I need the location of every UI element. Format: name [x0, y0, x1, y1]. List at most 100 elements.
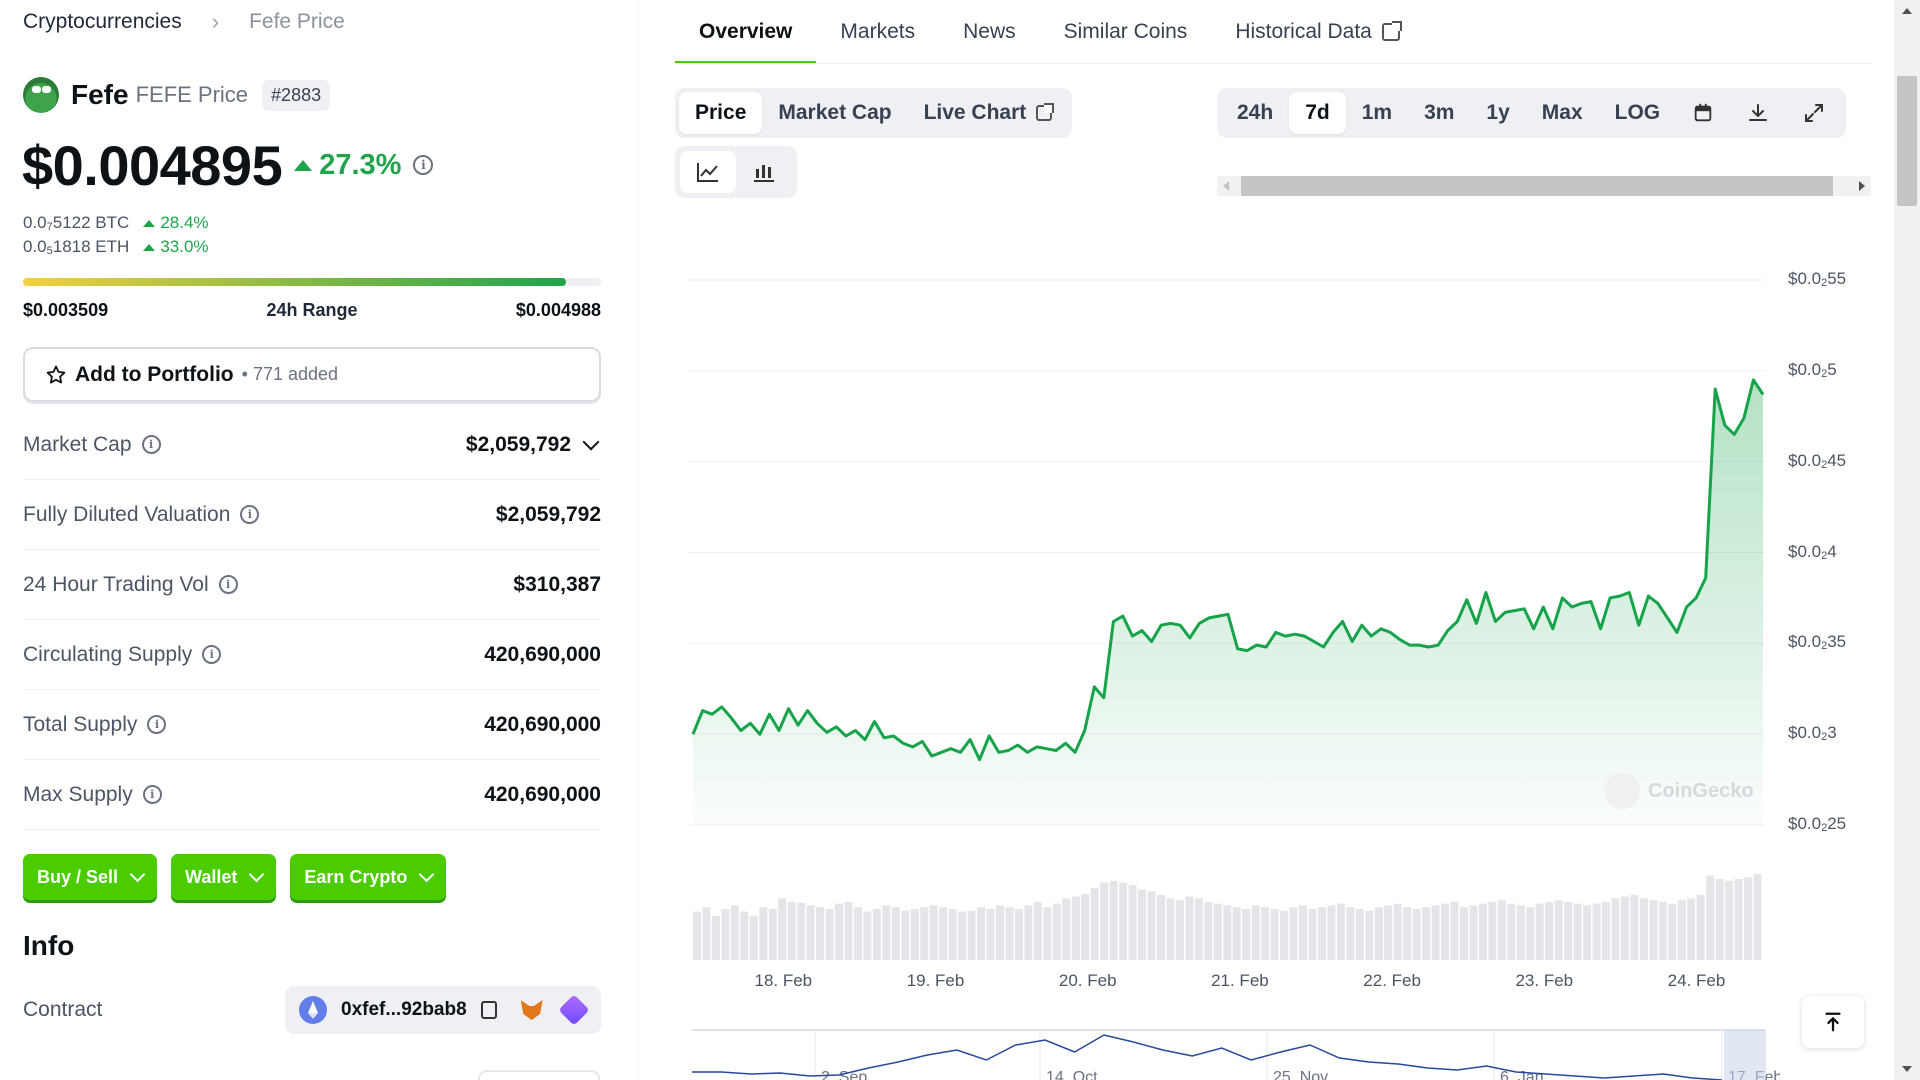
volume-bar — [1592, 903, 1601, 960]
triangle-up-icon — [143, 219, 156, 227]
timeframe-1y[interactable]: 1y — [1470, 92, 1525, 134]
y-tick-tail: 5 — [1827, 359, 1837, 379]
stat-row-market-cap[interactable]: Market Cap i $2,059,792 — [23, 410, 601, 480]
timeframe-log[interactable]: LOG — [1599, 92, 1677, 134]
eth-price-prefix: 0.0 — [23, 237, 47, 256]
x-tick-label: 20. Feb — [1058, 971, 1117, 990]
scroll-right-icon[interactable] — [1859, 181, 1865, 191]
eth-price-digits: 1818 ETH — [52, 237, 130, 256]
wallet-button[interactable]: Wallet — [171, 854, 277, 900]
y-tick-tail: 3 — [1827, 723, 1837, 743]
info-icon[interactable]: i — [202, 645, 222, 664]
wallet-label: Wallet — [185, 866, 238, 887]
coin-logo-icon — [23, 77, 59, 113]
contract-address[interactable]: 0xfef...92bab8 — [341, 999, 467, 1021]
info-icon[interactable]: i — [240, 505, 260, 524]
wallet-connect-icon[interactable] — [558, 994, 590, 1026]
scroll-left-icon[interactable] — [1223, 181, 1229, 191]
page-root: Cryptocurrencies › Fefe Price Fefe FEFE … — [0, 0, 1920, 1080]
candlestick-chart-button[interactable] — [736, 151, 792, 193]
star-icon — [46, 365, 66, 383]
tab-similar-coins[interactable]: Similar Coins — [1040, 0, 1212, 64]
scroll-down-icon[interactable] — [1902, 1066, 1912, 1072]
info-icon[interactable]: i — [142, 785, 162, 804]
scroll-up-icon[interactable] — [1902, 8, 1912, 14]
timeframe-1m[interactable]: 1m — [1346, 92, 1408, 134]
buy-sell-button[interactable]: Buy / Sell — [23, 854, 158, 900]
tab-historical-data[interactable]: Historical Data — [1211, 0, 1424, 64]
copy-icon[interactable] — [480, 1001, 497, 1019]
info-icon[interactable]: i — [413, 155, 434, 175]
volume-bar — [882, 905, 891, 960]
volume-bar — [1403, 907, 1412, 960]
volume-bar — [1138, 889, 1146, 960]
volume-bar — [967, 910, 976, 960]
volume-bar — [778, 898, 787, 960]
breadcrumb-root-link[interactable]: Cryptocurrencies — [23, 10, 182, 34]
breadcrumb: Cryptocurrencies › Fefe Price — [23, 9, 345, 35]
timeframe-3m[interactable]: 3m — [1408, 92, 1470, 134]
navigator-series — [692, 1034, 1723, 1080]
external-link-icon — [1036, 103, 1055, 121]
scrollbar-thumb[interactable] — [1241, 176, 1833, 196]
timeframe-7d[interactable]: 7d — [1289, 92, 1346, 134]
chevron-down-icon[interactable] — [582, 433, 600, 450]
volume-bar — [1658, 901, 1667, 960]
chart-mode-live-chart[interactable]: Live Chart — [908, 92, 1069, 134]
back-to-top-button[interactable] — [1802, 996, 1864, 1048]
metamask-icon[interactable] — [520, 1000, 543, 1020]
btc-price: 0.075122 BTC — [23, 213, 129, 233]
page-scrollbar[interactable] — [1894, 0, 1920, 1080]
navigator-label: 14. Oct — [1046, 1069, 1098, 1080]
tab-overview[interactable]: Overview — [675, 0, 817, 64]
volume-bar — [787, 901, 796, 960]
calendar-button[interactable] — [1676, 92, 1730, 134]
eth-change: 33.0% — [143, 237, 209, 257]
price-chart[interactable]: CoinGecko2. Sep14. Oct25. Nov6. Jan17. F… — [680, 230, 1780, 1080]
line-chart-button[interactable] — [680, 151, 736, 193]
volume-bar — [901, 910, 910, 960]
page-scrollbar-thumb[interactable] — [1897, 76, 1917, 206]
stat-row-circulating-supply: Circulating Supply i 420,690,000 — [23, 620, 601, 690]
external-link-icon — [1381, 21, 1402, 41]
volume-bar — [1753, 873, 1762, 960]
add-to-portfolio-button[interactable]: Add to Portfolio • 771 added — [23, 347, 601, 402]
timeframe-max[interactable]: Max — [1526, 92, 1599, 134]
volume-bar — [1242, 909, 1251, 960]
y-tick-label: $0.0225 — [1788, 814, 1846, 834]
volume-bar — [1185, 896, 1194, 960]
volume-bar — [1289, 907, 1298, 960]
chart-scrollbar[interactable] — [1217, 176, 1871, 196]
chart-mode-price[interactable]: Price — [679, 92, 763, 134]
info-icon[interactable]: i — [147, 715, 167, 734]
volume-bar — [1299, 905, 1307, 960]
info-icon[interactable]: i — [141, 435, 161, 454]
volume-bar — [1564, 901, 1573, 960]
btc-change-value: 28.4% — [160, 213, 209, 232]
btc-price-row: 0.075122 BTC 28.4% — [23, 213, 209, 233]
coin-symbol: FEFE Price — [135, 82, 249, 107]
fullscreen-button[interactable] — [1786, 92, 1842, 134]
y-tick-base: $0.0 — [1788, 359, 1822, 379]
tab-news[interactable]: News — [939, 0, 1040, 64]
volume-bar — [1308, 909, 1317, 960]
volume-bar — [872, 909, 881, 960]
volume-bar — [1128, 885, 1137, 960]
volume-bar — [1261, 907, 1270, 960]
chart-mode-market-cap[interactable]: Market Cap — [762, 92, 907, 134]
earn-crypto-button[interactable]: Earn Crypto — [290, 854, 447, 900]
volume-bar — [1024, 905, 1033, 960]
download-button[interactable] — [1730, 92, 1786, 134]
x-tick-label: 23. Feb — [1515, 971, 1574, 990]
info-icon[interactable]: i — [218, 575, 238, 594]
x-tick-label: 22. Feb — [1363, 971, 1421, 990]
tab-markets[interactable]: Markets — [816, 0, 939, 64]
volume-bar — [825, 909, 834, 960]
timeframe-24h[interactable]: 24h — [1221, 92, 1289, 134]
y-tick-tail: 4 — [1827, 541, 1837, 561]
stats-list: Market Cap i $2,059,792 Fully Diluted Val… — [23, 410, 601, 830]
breadcrumb-chevron-icon: › — [211, 9, 220, 34]
volume-bar — [1336, 903, 1345, 960]
earn-crypto-label: Earn Crypto — [304, 866, 408, 887]
volume-bar — [1014, 909, 1023, 960]
